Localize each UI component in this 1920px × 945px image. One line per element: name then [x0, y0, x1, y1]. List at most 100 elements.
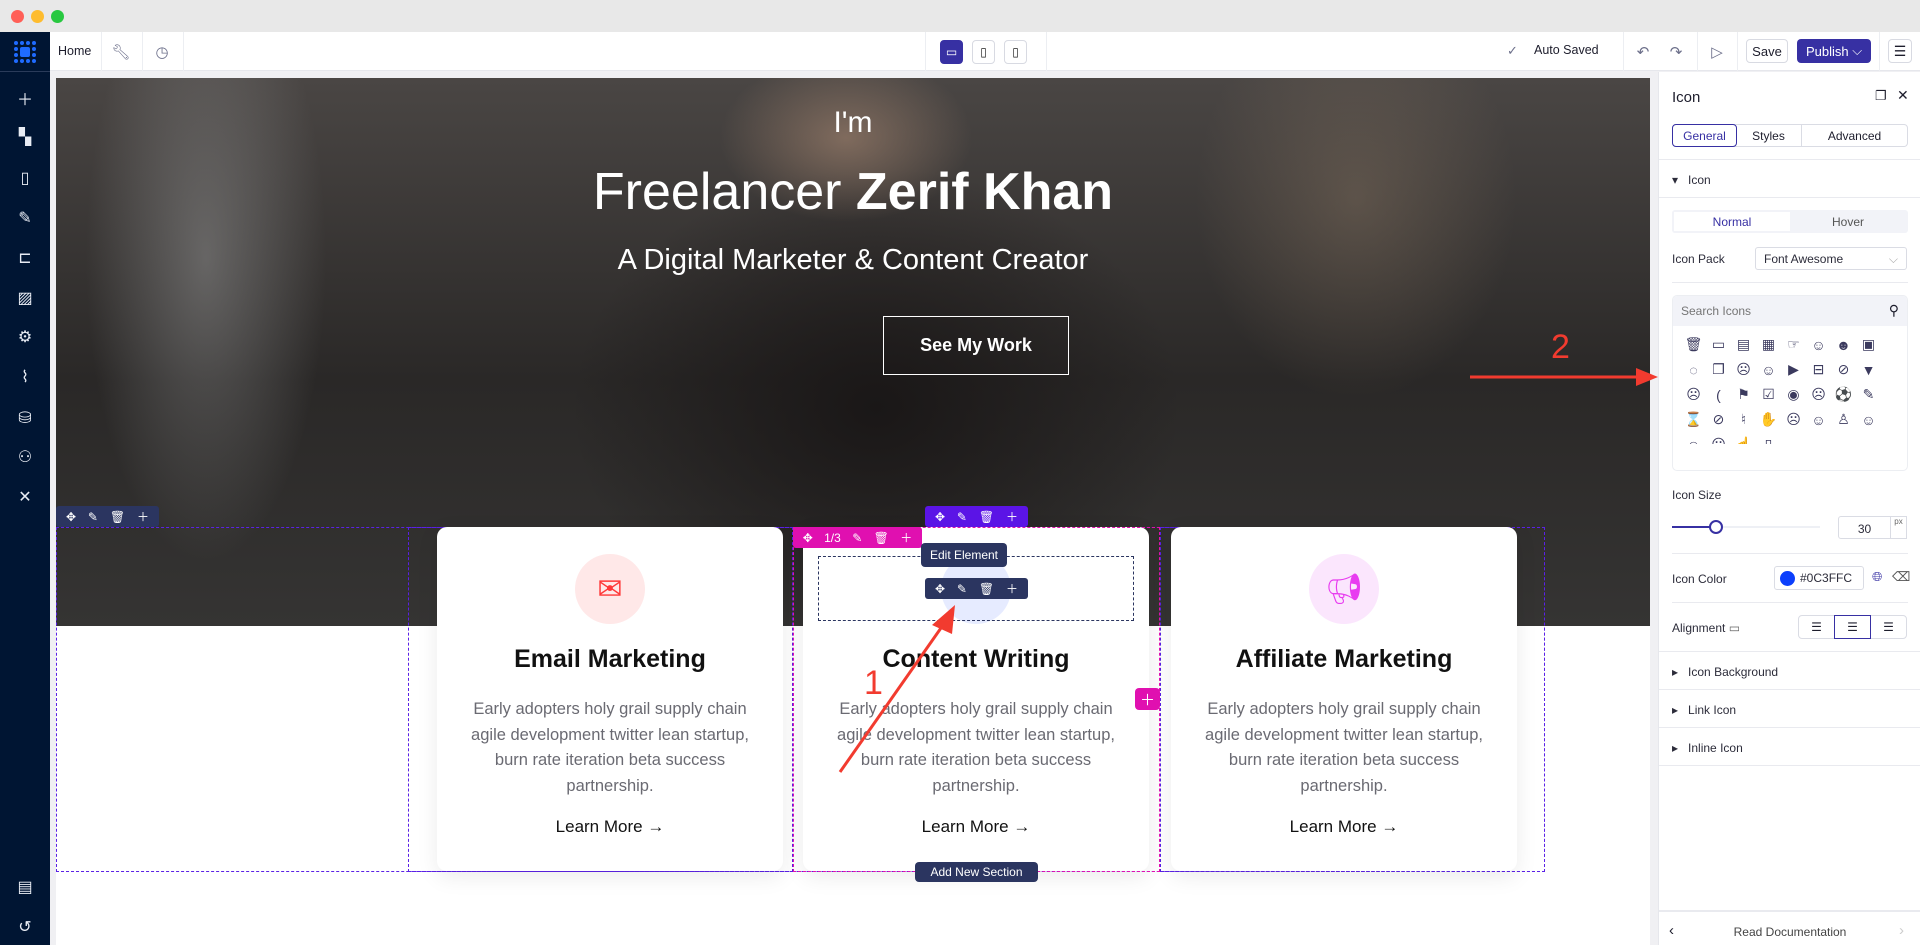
database-icon[interactable]: ⛁	[0, 406, 50, 430]
icon-option[interactable]: ☻	[1831, 332, 1856, 357]
notes-icon[interactable]: ▤	[0, 875, 50, 899]
search-icon[interactable]: ⚲	[1889, 302, 1899, 319]
page-icon[interactable]: ▯	[0, 166, 50, 190]
icon-option[interactable]: ▤	[1731, 332, 1756, 357]
icon-option[interactable]: ⚑	[1731, 382, 1756, 407]
minimize-window-button[interactable]	[31, 10, 44, 23]
page-name[interactable]: Home	[58, 44, 91, 58]
unit-select[interactable]: px	[1891, 516, 1907, 539]
icon-option[interactable]: ☺	[1806, 407, 1831, 432]
tab-advanced[interactable]: Advanced	[1802, 125, 1907, 146]
learn-more-link[interactable]: Learn More →	[1171, 817, 1517, 837]
add-icon[interactable]: ＋	[900, 529, 912, 546]
move-icon[interactable]: ✥	[803, 531, 813, 545]
redo-icon[interactable]: ↷	[1664, 40, 1688, 64]
mobile-view-button[interactable]: ▯	[1004, 40, 1027, 64]
state-normal[interactable]: Normal	[1674, 212, 1790, 231]
close-window-button[interactable]	[11, 10, 24, 23]
move-icon[interactable]: ✥	[66, 510, 76, 524]
add-icon[interactable]: ＋	[1006, 508, 1018, 525]
icon-option[interactable]: ▯	[1756, 432, 1781, 444]
save-button[interactable]: Save	[1746, 39, 1788, 63]
eraser-icon[interactable]: ⌫	[1892, 569, 1910, 585]
integrations-icon[interactable]: ⌇	[0, 365, 50, 389]
maximize-window-button[interactable]	[51, 10, 64, 23]
close-icon[interactable]: ✕	[1897, 87, 1909, 104]
users-icon[interactable]: ⚇	[0, 445, 50, 469]
icon-option[interactable]: ⚽	[1831, 382, 1856, 407]
icon-option[interactable]: ☺	[1806, 332, 1831, 357]
move-icon[interactable]: ✥	[935, 510, 945, 524]
icon-option[interactable]: ▭	[1706, 332, 1731, 357]
media-icon[interactable]: ▨	[0, 286, 50, 310]
global-color-icon[interactable]: 🌐︎	[1872, 569, 1882, 585]
detach-icon[interactable]: ❐	[1875, 88, 1887, 104]
search-icons-field[interactable]: ⚲	[1673, 296, 1907, 326]
icon-option[interactable]: (	[1706, 382, 1731, 407]
history-icon[interactable]: ↺	[0, 915, 50, 939]
edit-icon[interactable]: ✎	[957, 510, 967, 524]
menu-icon[interactable]: ☰	[1888, 39, 1912, 63]
tab-general[interactable]: General	[1672, 124, 1737, 147]
app-logo[interactable]	[0, 32, 50, 72]
wrench-icon[interactable]: 🔧︎	[109, 40, 133, 64]
align-right-icon[interactable]: ☰	[1871, 616, 1906, 638]
icon-option[interactable]: ▶	[1781, 357, 1806, 382]
tablet-view-button[interactable]: ▯	[972, 40, 995, 64]
edit-icon[interactable]: ✎	[852, 531, 862, 545]
widgets-icon[interactable]: ▚	[0, 125, 50, 149]
icon-option[interactable]: ⊘	[1831, 357, 1856, 382]
add-new-section-button[interactable]: Add New Section	[915, 862, 1038, 882]
icon-option[interactable]: ✋	[1756, 407, 1781, 432]
icon-option[interactable]: ☹	[1731, 357, 1756, 382]
inline-icon-toggle[interactable]: ▸ Inline Icon	[1672, 741, 1743, 755]
see-my-work-button[interactable]: See My Work	[883, 316, 1069, 375]
icon-option[interactable]: ◉	[1781, 382, 1806, 407]
search-icons-input[interactable]	[1681, 304, 1871, 318]
icon-option[interactable]: ✎	[1856, 382, 1881, 407]
slider-handle[interactable]	[1709, 520, 1724, 534]
delete-icon[interactable]: 🗑︎	[874, 531, 889, 545]
icon-option[interactable]: ☝	[1731, 432, 1756, 444]
icon-size-slider[interactable]	[1672, 520, 1820, 534]
icon-option[interactable]: ☺	[1756, 357, 1781, 382]
icon-pack-select[interactable]: Font Awesome ⌵	[1755, 247, 1907, 270]
design-icon[interactable]: ✎	[0, 206, 50, 230]
icon-option[interactable]: ▣	[1856, 332, 1881, 357]
icon-option[interactable]: ▦	[1756, 332, 1781, 357]
icon-option[interactable]: ❐	[1706, 357, 1731, 382]
link-icon-toggle[interactable]: ▸ Link Icon	[1672, 703, 1736, 717]
move-icon[interactable]: ✥	[935, 582, 945, 596]
preview-play-icon[interactable]: ▷	[1705, 40, 1729, 64]
undo-icon[interactable]: ↶	[1631, 40, 1655, 64]
delete-icon[interactable]: 🗑︎	[979, 582, 994, 596]
icon-option[interactable]: ☹	[1681, 382, 1706, 407]
edit-icon[interactable]: ✎	[88, 510, 98, 524]
icon-option[interactable]: ♙	[1831, 407, 1856, 432]
icon-option[interactable]: ☹	[1806, 382, 1831, 407]
tools-icon[interactable]: ✕	[0, 485, 50, 509]
state-hover[interactable]: Hover	[1790, 212, 1906, 231]
icon-option[interactable]: ☺	[1681, 432, 1706, 445]
icon-option[interactable]: ☑	[1756, 382, 1781, 407]
structure-icon[interactable]: ⊏	[0, 246, 50, 270]
icon-option[interactable]: ⌛	[1681, 407, 1706, 432]
add-icon[interactable]: ＋	[0, 86, 50, 110]
learn-more-link[interactable]: Learn More →	[437, 817, 783, 837]
icon-option[interactable]: ◌	[1681, 357, 1706, 382]
icon-color-picker[interactable]: #0C3FFC	[1774, 566, 1864, 590]
tab-styles[interactable]: Styles	[1736, 125, 1802, 146]
add-column-button[interactable]: ＋	[1135, 688, 1160, 710]
icon-option[interactable]: ☹	[1781, 407, 1806, 432]
icon-size-input[interactable]: 30	[1838, 516, 1891, 539]
add-icon[interactable]: ＋	[137, 508, 149, 525]
delete-icon[interactable]: 🗑︎	[110, 510, 125, 524]
delete-icon[interactable]: 🗑︎	[979, 510, 994, 524]
settings-icon[interactable]: ⚙	[0, 325, 50, 349]
align-left-icon[interactable]: ☰	[1799, 616, 1834, 638]
desktop-view-button[interactable]: ▭	[940, 40, 963, 64]
icon-option[interactable]: ▼	[1856, 357, 1881, 382]
publish-button[interactable]: Publish ⌵	[1797, 39, 1871, 63]
edit-element-icon[interactable]: ✎	[957, 582, 967, 596]
icon-option[interactable]: 🗑	[1681, 332, 1706, 357]
